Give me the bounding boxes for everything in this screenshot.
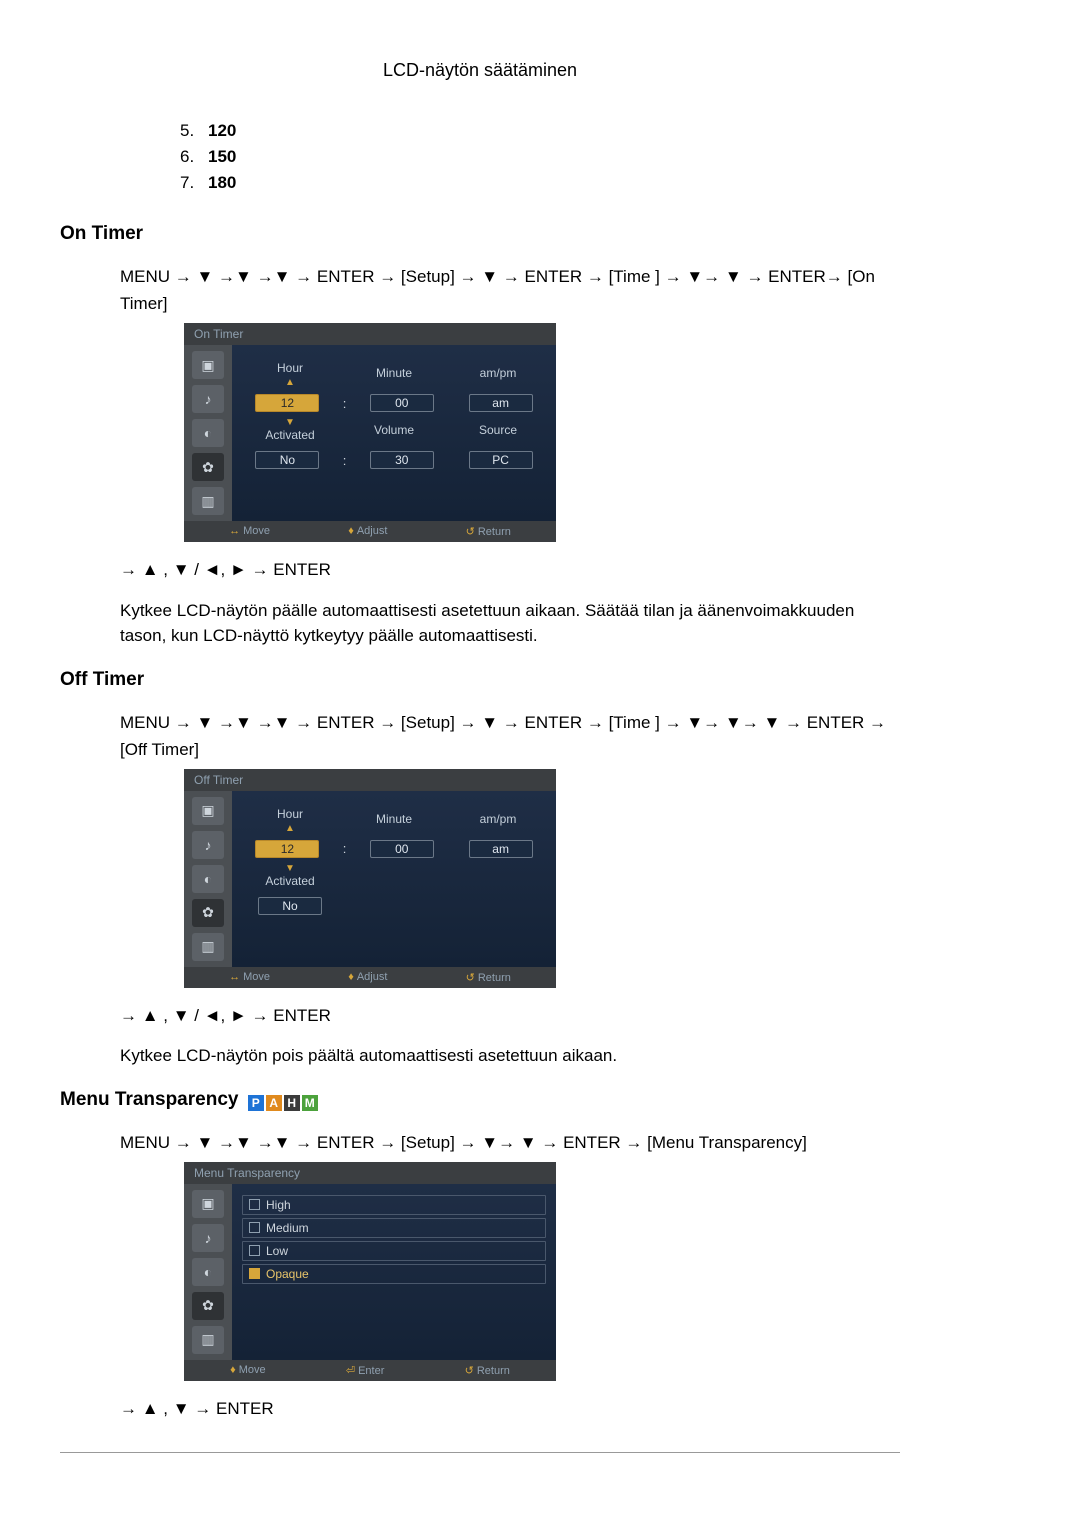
value-ampm[interactable]: am bbox=[469, 394, 533, 412]
desc-off-timer: Kytkee LCD-näytön pois päältä automaatti… bbox=[120, 1043, 900, 1069]
settings-icon: ✿ bbox=[192, 453, 224, 481]
nav-path-menu-trans: MENU → ▼ →▼ →▼ → ENTER → [Setup] → ▼→ ▼ … bbox=[120, 1129, 900, 1156]
osd-sidebar: ▣ ♪ ◐ ✿ ▥ bbox=[184, 345, 232, 521]
setup-icon: ◐ bbox=[192, 865, 224, 893]
value-minute[interactable]: 00 bbox=[370, 840, 434, 858]
option-high[interactable]: High bbox=[242, 1195, 546, 1215]
osd-off-timer: Off Timer ▣ ♪ ◐ ✿ ▥ Hour ▲ Minute am/pm 1… bbox=[184, 769, 556, 988]
osd-main: Hour▲ Minute am/pm 12 : 00 am ▼Activated… bbox=[232, 791, 556, 967]
page-footer-rule bbox=[60, 1452, 900, 1453]
label-minute: Minute bbox=[348, 366, 440, 380]
up-arrow-icon: ▲ bbox=[244, 378, 336, 388]
list-item: 6.150 bbox=[180, 147, 900, 167]
multi-icon: ▥ bbox=[192, 933, 224, 961]
heading-menu-transparency: Menu Transparency P A H M bbox=[60, 1089, 900, 1111]
osd-footer: ↔Move ♦Adjust ↺Return bbox=[184, 521, 556, 542]
value-volume[interactable]: 30 bbox=[370, 451, 434, 469]
post-nav-on-timer: → ▲ , ▼ / ◄, ► → ENTER bbox=[120, 556, 900, 583]
value-hour[interactable]: 12 bbox=[255, 394, 319, 412]
down-arrow-icon: ▼ bbox=[244, 418, 336, 428]
osd-footer: ↔Move ♦Adjust ↺Return bbox=[184, 967, 556, 988]
list-item: 5.120 bbox=[180, 121, 900, 141]
label-activated: Activated bbox=[244, 428, 336, 442]
tag-p-icon: P bbox=[248, 1095, 264, 1111]
tag-a-icon: A bbox=[266, 1095, 282, 1111]
page-title: LCD-näytön säätäminen bbox=[60, 60, 900, 81]
foot-move: Move bbox=[239, 1364, 266, 1376]
foot-return: Return bbox=[478, 526, 511, 538]
sound-icon: ♪ bbox=[192, 385, 224, 413]
mode-tags: P A H M bbox=[248, 1095, 318, 1111]
heading-off-timer: Off Timer bbox=[60, 669, 900, 691]
osd-sidebar: ▣ ♪ ◐ ✿ ▥ bbox=[184, 1184, 232, 1360]
picture-icon: ▣ bbox=[192, 797, 224, 825]
tag-m-icon: M bbox=[302, 1095, 318, 1111]
osd-sidebar: ▣ ♪ ◐ ✿ ▥ bbox=[184, 791, 232, 967]
foot-move: Move bbox=[243, 971, 270, 983]
label-source: Source bbox=[452, 423, 544, 437]
osd-menu-transparency: Menu Transparency ▣ ♪ ◐ ✿ ▥ High Medium … bbox=[184, 1162, 556, 1381]
label-hour: Hour bbox=[244, 807, 336, 821]
osd-title: Off Timer bbox=[184, 769, 556, 791]
value-source[interactable]: PC bbox=[469, 451, 533, 469]
option-low[interactable]: Low bbox=[242, 1241, 546, 1261]
osd-main: High Medium Low Opaque bbox=[232, 1184, 556, 1360]
sound-icon: ♪ bbox=[192, 1224, 224, 1252]
post-nav-off-timer: → ▲ , ▼ / ◄, ► → ENTER bbox=[120, 1002, 900, 1029]
osd-title: Menu Transparency bbox=[184, 1162, 556, 1184]
setup-icon: ◐ bbox=[192, 419, 224, 447]
osd-title: On Timer bbox=[184, 323, 556, 345]
label-minute: Minute bbox=[348, 812, 440, 826]
option-medium[interactable]: Medium bbox=[242, 1218, 546, 1238]
label-ampm: am/pm bbox=[452, 366, 544, 380]
foot-adjust: Adjust bbox=[357, 971, 388, 983]
label-activated: Activated bbox=[244, 874, 336, 888]
multi-icon: ▥ bbox=[192, 487, 224, 515]
heading-on-timer: On Timer bbox=[60, 223, 900, 245]
value-hour[interactable]: 12 bbox=[255, 840, 319, 858]
value-minute[interactable]: 00 bbox=[370, 394, 434, 412]
foot-return: Return bbox=[478, 972, 511, 984]
label-hour: Hour bbox=[244, 361, 336, 375]
foot-adjust: Adjust bbox=[357, 525, 388, 537]
nav-path-off-timer: MENU → ▼ →▼ →▼ → ENTER → [Setup] → ▼ → E… bbox=[120, 709, 900, 763]
value-list: 5.120 6.150 7.180 bbox=[180, 121, 900, 193]
osd-main: Hour▲ Minute am/pm 12 : 00 am ▼Activated… bbox=[232, 345, 556, 521]
desc-on-timer: Kytkee LCD-näytön päälle automaattisesti… bbox=[120, 598, 900, 649]
value-activated[interactable]: No bbox=[258, 897, 322, 915]
down-arrow-icon: ▼ bbox=[244, 864, 336, 874]
sound-icon: ♪ bbox=[192, 831, 224, 859]
list-item: 7.180 bbox=[180, 173, 900, 193]
foot-move: Move bbox=[243, 525, 270, 537]
label-ampm: am/pm bbox=[452, 812, 544, 826]
nav-path-on-timer: MENU → ▼ →▼ →▼ → ENTER → [Setup] → ▼ → E… bbox=[120, 263, 900, 317]
setup-icon: ◐ bbox=[192, 1258, 224, 1286]
picture-icon: ▣ bbox=[192, 351, 224, 379]
osd-footer: ♦Move ⏎Enter ↺Return bbox=[184, 1360, 556, 1381]
label-volume: Volume bbox=[348, 423, 440, 437]
value-activated[interactable]: No bbox=[255, 451, 319, 469]
value-ampm[interactable]: am bbox=[469, 840, 533, 858]
multi-icon: ▥ bbox=[192, 1326, 224, 1354]
post-nav-menu-trans: → ▲ , ▼ → ENTER bbox=[120, 1395, 900, 1422]
picture-icon: ▣ bbox=[192, 1190, 224, 1218]
tag-h-icon: H bbox=[284, 1095, 300, 1111]
option-opaque[interactable]: Opaque bbox=[242, 1264, 546, 1284]
foot-enter: Enter bbox=[358, 1365, 384, 1377]
settings-icon: ✿ bbox=[192, 899, 224, 927]
settings-icon: ✿ bbox=[192, 1292, 224, 1320]
foot-return: Return bbox=[477, 1365, 510, 1377]
osd-on-timer: On Timer ▣ ♪ ◐ ✿ ▥ Hour ▲ Minute am/pm 12… bbox=[184, 323, 556, 542]
up-arrow-icon: ▲ bbox=[244, 824, 336, 834]
